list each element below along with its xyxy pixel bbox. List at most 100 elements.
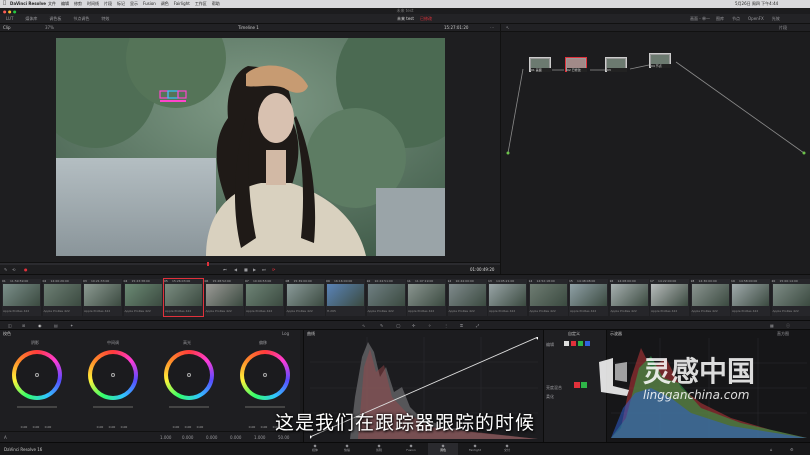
play-reverse-icon[interactable]: ◀	[234, 267, 237, 272]
last-frame-icon[interactable]: ⏭	[262, 267, 266, 272]
key-icon[interactable]: ⚿	[460, 323, 463, 328]
loop-playback-icon[interactable]: ⟳	[272, 267, 275, 272]
page-tab[interactable]: ◆ 快编	[332, 443, 362, 455]
mac-menu-item[interactable]: 修剪	[74, 1, 82, 6]
mac-menu-item[interactable]: 时间线	[87, 1, 99, 6]
detail-value[interactable]: 50.00	[278, 435, 289, 440]
page-tab[interactable]: ◆ 剪辑	[364, 443, 394, 455]
toolbar-left-button[interactable]: 调色板	[49, 16, 61, 21]
channel-r-toggle[interactable]	[571, 341, 576, 346]
wheels-mode[interactable]: Log	[282, 331, 289, 336]
scopes-toggle-icon[interactable]: ▦	[770, 323, 774, 328]
clip-thumbnail[interactable]: 15 14:48:08:00 Apple ProRes 422	[569, 279, 608, 316]
clip-thumbnail[interactable]: 05 15:26:03:00 Apple ProRes 422	[163, 278, 204, 317]
clip-dropdown[interactable]: Clip	[3, 25, 11, 30]
qualifier-icon[interactable]: ✎	[380, 323, 383, 328]
curves-tool-icon[interactable]: ∿	[362, 323, 365, 328]
app-menu[interactable]: DaVinci Resolve	[10, 1, 46, 6]
toolbar-right-button[interactable]: OpenFX	[748, 16, 764, 21]
clip-thumbnail[interactable]: 14 14:52:18:00 Apple ProRes 422	[528, 279, 568, 316]
scope-mode[interactable]: 直方图	[777, 331, 789, 336]
mac-menu-item[interactable]: 编辑	[61, 1, 69, 6]
apple-icon[interactable]: 	[3, 1, 6, 6]
motion-effects-icon[interactable]: ✦	[70, 323, 73, 328]
lum-mix-value[interactable]: 1.000	[254, 435, 265, 440]
mac-menu-item[interactable]: 调色	[161, 1, 169, 6]
clip-thumbnail[interactable]: 16 14:08:00:00 Apple ProRes 422	[609, 279, 649, 316]
first-frame-icon[interactable]: ⏮	[223, 267, 227, 272]
node-editor[interactable]: ↖ 片段 01 画面 02 已修改 03 04 节点	[500, 24, 810, 274]
mac-menu-item[interactable]: 片段	[104, 1, 112, 6]
viewer-options-icon[interactable]: ⋯	[490, 25, 494, 30]
clip-thumbnail[interactable]: 18 14:30:00:00 Apple ProRes 422	[690, 279, 730, 316]
channel-y-toggle[interactable]	[564, 341, 569, 346]
tracker-icon[interactable]: ✎	[4, 267, 7, 272]
toolbar-left-button[interactable]: 节点调色	[73, 16, 89, 21]
page-tab[interactable]: ◆ 交付	[492, 443, 522, 455]
playhead[interactable]	[207, 262, 209, 266]
pivot-value[interactable]: 0.000	[182, 435, 193, 440]
saturation-value[interactable]: 0.000	[206, 435, 217, 440]
info-icon[interactable]: ⓘ	[786, 323, 790, 328]
toolbar-left-button[interactable]: 媒体库	[25, 16, 37, 21]
color-match-icon[interactable]: ⊞	[22, 323, 25, 328]
pointer-icon[interactable]: ↖	[506, 25, 509, 30]
window-icon[interactable]: ◯	[396, 323, 400, 328]
toolbar-left-button[interactable]: 特效	[101, 16, 109, 21]
hue-value[interactable]: 0.000	[230, 435, 241, 440]
channel-g-toggle[interactable]	[578, 341, 583, 346]
sizing-icon[interactable]: ⤢	[476, 323, 479, 328]
toolbar-right-button[interactable]: 节点	[732, 16, 740, 21]
clip-thumbnail[interactable]: 08 15:39:00:00 Apple ProRes 422	[285, 279, 325, 316]
wheel-handle[interactable]	[263, 373, 267, 377]
zoom-level[interactable]: 37%	[45, 25, 54, 30]
node-03[interactable]: 03	[605, 57, 627, 72]
mac-menu-item[interactable]: 帮助	[212, 1, 220, 6]
node-01[interactable]: 01 画面	[529, 57, 551, 72]
luma-mix-r-swatch[interactable]	[574, 382, 580, 388]
clip-thumbnail[interactable]: 04 15:23:38:00 Apple ProRes 422	[123, 279, 163, 316]
mac-menu-item[interactable]: 工作区	[195, 1, 207, 6]
contrast-value[interactable]: 1.000	[160, 435, 171, 440]
page-tab[interactable]: ◆ Fusion	[396, 443, 426, 455]
mac-menu-item[interactable]: Fusion	[143, 1, 156, 6]
video-frame[interactable]	[56, 38, 445, 256]
clip-thumbnail[interactable]: 20 15:00:14:00 Apple ProRes 422	[771, 279, 810, 316]
settings-icon[interactable]: ⚙	[790, 447, 794, 452]
record-icon[interactable]: ●	[24, 267, 28, 272]
clip-thumbnail[interactable]: 06 15:28:52:00 Apple ProRes 422	[204, 279, 244, 316]
clip-thumbnail[interactable]: 13 14:05:21:00 Apple ProRes 422	[488, 279, 527, 316]
rgb-mixer-icon[interactable]: ▤	[54, 323, 58, 328]
loop-icon[interactable]: ⟲	[12, 267, 15, 272]
camera-raw-icon[interactable]: ◫	[8, 323, 12, 328]
color-wheel[interactable]	[12, 350, 62, 400]
mac-menu-item[interactable]: Fairlight	[174, 1, 190, 6]
clip-thumbnail[interactable]: 03 10:21:33:00 Apple ProRes 422	[83, 279, 122, 316]
tracker-tool-icon[interactable]: ✢	[412, 323, 415, 328]
clip-thumbnail[interactable]: 12 10:44:00:00 Apple ProRes 422	[447, 279, 487, 316]
toolbar-right-button[interactable]: 光效	[772, 16, 780, 21]
magic-mask-icon[interactable]: ✧	[428, 323, 431, 328]
layout-dropdown[interactable]: 画面 - 单一	[690, 16, 710, 21]
toolbar-right-button[interactable]: 图库	[716, 16, 724, 21]
node-02[interactable]: 02 已修改	[565, 57, 587, 72]
clip-thumbnail[interactable]: 10 10:24:51:00 Apple ProRes 422	[366, 279, 406, 316]
auto-balance-icon[interactable]: A	[4, 435, 7, 440]
color-wheel[interactable]	[164, 350, 214, 400]
clip-thumbnail[interactable]: 19 14:58:00:00 Apple ProRes 422	[731, 279, 770, 316]
wheel-handle[interactable]	[111, 373, 115, 377]
clip-thumbnail[interactable]: 07 10:04:53:00 Apple ProRes 422	[245, 279, 284, 316]
clip-thumbnail[interactable]: 09 16:16:00:00 H.265	[326, 279, 365, 316]
wheel-handle[interactable]	[35, 373, 39, 377]
clip-thumbnail[interactable]: 17 14:22:00:00 Apple ProRes 422	[650, 279, 689, 316]
wheel-handle[interactable]	[187, 373, 191, 377]
page-tab[interactable]: ◆ Fairlight	[460, 443, 490, 455]
color-wheels-icon[interactable]: ◉	[38, 323, 42, 328]
color-wheel[interactable]	[240, 350, 290, 400]
color-wheel[interactable]	[88, 350, 138, 400]
blur-icon[interactable]: ⋮	[444, 323, 448, 328]
mac-menu-item[interactable]: 显示	[130, 1, 138, 6]
page-tab[interactable]: ◆ 调色	[428, 443, 458, 455]
home-icon[interactable]: ⌂	[770, 447, 773, 452]
clip-thumbnail[interactable]: 02 14:00:26:00 Apple ProRes 422	[42, 279, 82, 316]
